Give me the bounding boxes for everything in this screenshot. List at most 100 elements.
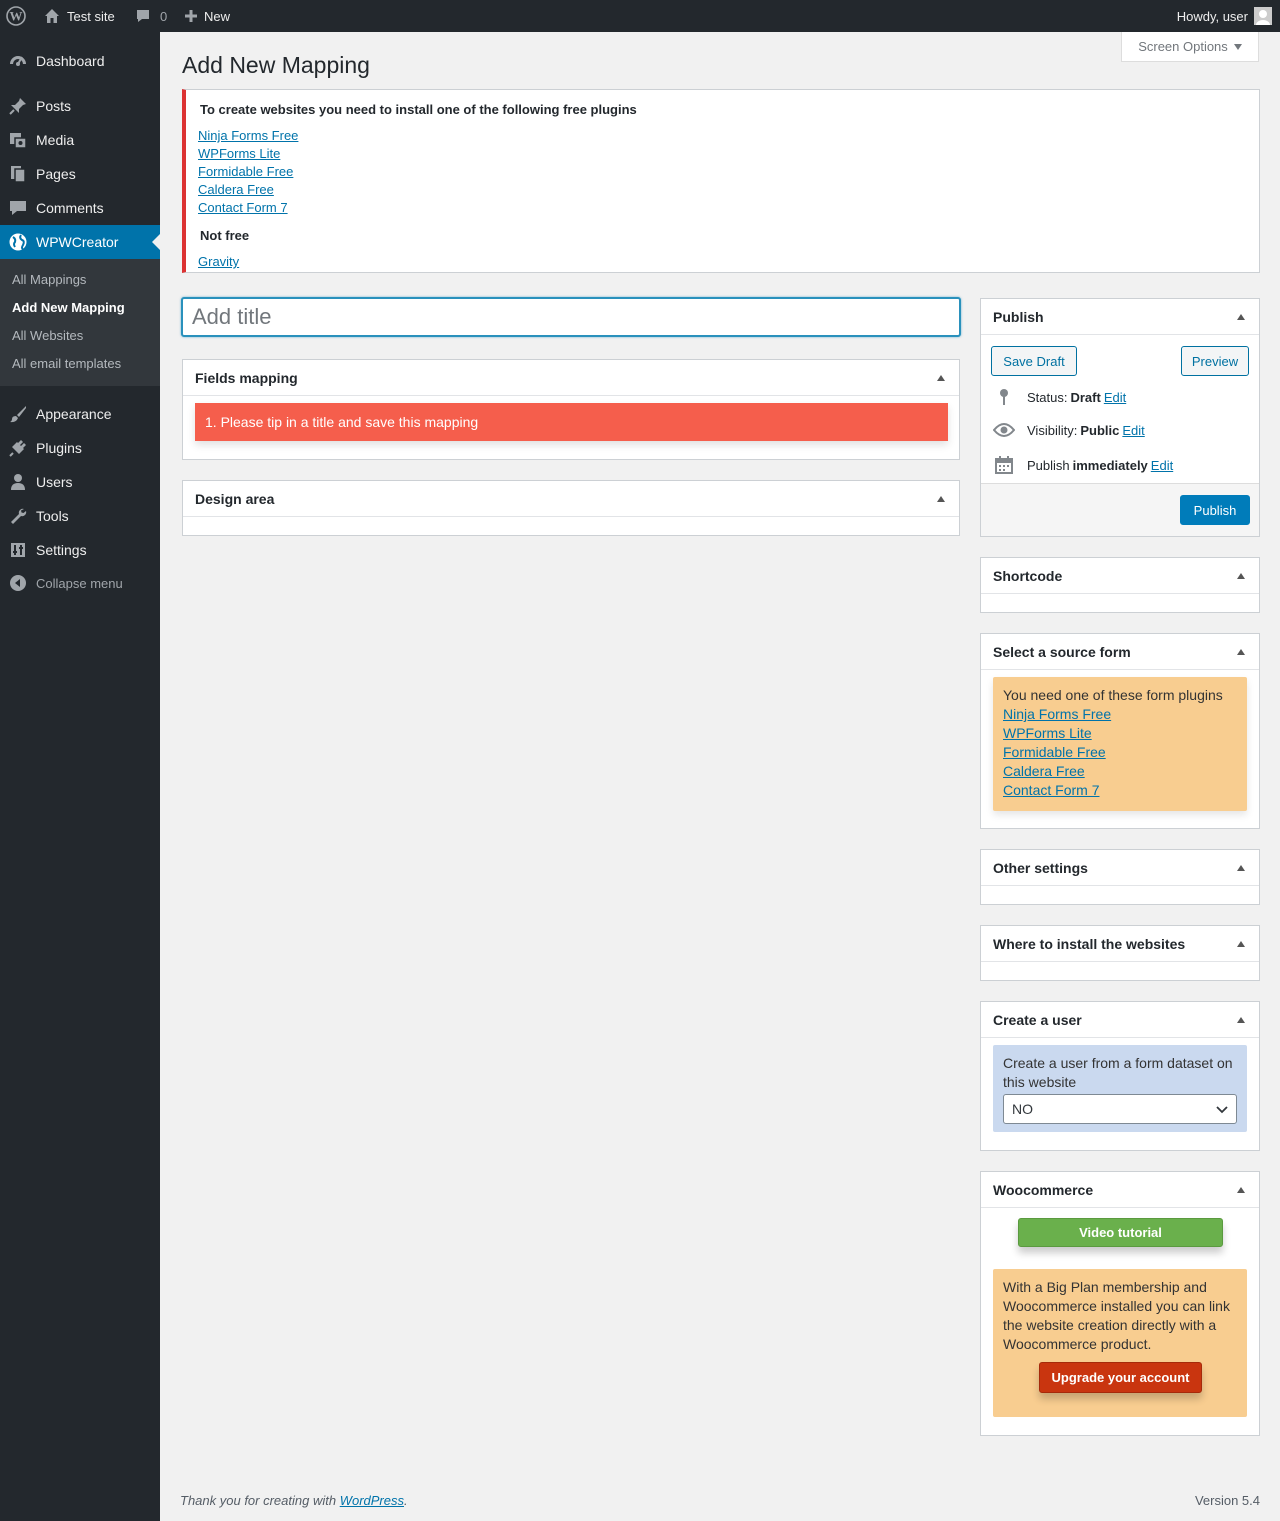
upgrade-account-button[interactable]: Upgrade your account	[1039, 1362, 1202, 1393]
notice-link-ninja-forms[interactable]: Ninja Forms Free	[198, 128, 298, 143]
sidebar-item-users[interactable]: Users	[0, 465, 160, 499]
wordpress-logo-icon[interactable]: W	[6, 0, 26, 32]
my-account-link[interactable]: Howdy, user	[1177, 0, 1272, 32]
create-user-box: Create a user Create a user from a form …	[980, 1001, 1260, 1151]
wpwcreator-submenu: All Mappings Add New Mapping All Website…	[0, 259, 160, 386]
design-area-box: Design area	[182, 480, 960, 536]
shortcode-header[interactable]: Shortcode	[981, 558, 1259, 594]
edit-publish-date-link[interactable]: Edit	[1151, 458, 1173, 473]
source-form-header[interactable]: Select a source form	[981, 634, 1259, 670]
notice-link-caldera[interactable]: Caldera Free	[198, 182, 274, 197]
sidebar-item-media[interactable]: Media	[0, 123, 160, 157]
edit-visibility-link[interactable]: Edit	[1122, 423, 1144, 438]
globe-icon	[0, 232, 36, 252]
source-link-ninja-forms[interactable]: Ninja Forms Free	[1003, 706, 1111, 722]
collapse-arrow-icon[interactable]	[937, 495, 945, 502]
notice-link-contact-form-7[interactable]: Contact Form 7	[198, 200, 288, 215]
collapse-arrow-icon[interactable]	[1237, 940, 1245, 947]
collapse-arrow-icon[interactable]	[1237, 1016, 1245, 1023]
other-settings-header[interactable]: Other settings	[981, 850, 1259, 886]
edit-status-link[interactable]: Edit	[1104, 390, 1126, 405]
sidebar-item-posts[interactable]: Posts	[0, 89, 160, 123]
sidebar-item-label: Comments	[36, 200, 104, 216]
create-user-heading: Create a user	[993, 1011, 1082, 1028]
create-user-select[interactable]: NO	[1003, 1094, 1237, 1124]
avatar	[1254, 7, 1272, 25]
sidebar-item-wpwcreator[interactable]: WPWCreator	[0, 225, 160, 259]
publish-box: Publish Save Draft Preview Status: Draft…	[980, 298, 1260, 537]
notice-link-gravity[interactable]: Gravity	[198, 254, 239, 269]
create-user-header[interactable]: Create a user	[981, 1002, 1259, 1038]
collapse-menu-label: Collapse menu	[36, 575, 123, 591]
collapse-arrow-icon[interactable]	[1237, 572, 1245, 579]
greeting: Howdy, user	[1176, 8, 1248, 24]
install-websites-header[interactable]: Where to install the websites	[981, 926, 1259, 962]
woocommerce-upgrade-panel: With a Big Plan membership and Woocommer…	[993, 1269, 1247, 1417]
notice-link-formidable[interactable]: Formidable Free	[198, 164, 293, 179]
notice-not-free-label: Not free	[200, 228, 250, 243]
collapse-arrow-icon[interactable]	[1237, 313, 1245, 320]
screen-options-button[interactable]: Screen Options	[1121, 32, 1259, 62]
shortcode-heading: Shortcode	[993, 567, 1063, 584]
title-input[interactable]	[181, 297, 961, 337]
save-draft-button[interactable]: Save Draft	[991, 346, 1077, 376]
sidebar-item-comments[interactable]: Comments	[0, 191, 160, 225]
admin-sidebar: Dashboard Posts Media Pages Comments WPW…	[0, 32, 160, 1521]
collapse-arrow-icon[interactable]	[1237, 864, 1245, 871]
sidebar-item-appearance[interactable]: Appearance	[0, 397, 160, 431]
publish-button[interactable]: Publish	[1180, 495, 1250, 525]
caret-down-icon	[1233, 43, 1242, 50]
site-name-link[interactable]: Test site	[44, 0, 115, 32]
fields-mapping-header[interactable]: Fields mapping	[183, 360, 959, 396]
source-link-contact-form-7[interactable]: Contact Form 7	[1003, 782, 1099, 798]
publish-heading: Publish	[993, 308, 1044, 325]
source-form-heading: Select a source form	[993, 643, 1131, 660]
footer-thanks-suffix: .	[404, 1493, 408, 1508]
sidebar-item-plugins[interactable]: Plugins	[0, 431, 160, 465]
publish-header[interactable]: Publish	[981, 299, 1259, 335]
sidebar-item-settings[interactable]: Settings	[0, 533, 160, 567]
sidebar-item-label: Tools	[36, 508, 69, 524]
woocommerce-heading: Woocommerce	[993, 1181, 1094, 1198]
sidebar-item-pages[interactable]: Pages	[0, 157, 160, 191]
collapse-arrow-icon[interactable]	[937, 374, 945, 381]
visibility-value: Public	[1080, 422, 1120, 438]
submenu-item-add-new-mapping[interactable]: Add New Mapping	[12, 300, 125, 315]
sidebar-item-label: WPWCreator	[36, 234, 119, 250]
source-link-caldera[interactable]: Caldera Free	[1003, 763, 1085, 779]
submenu-item-all-websites[interactable]: All Websites	[12, 328, 83, 343]
comments-count: 0	[160, 8, 168, 24]
fields-mapping-alert: 1. Please tip in a title and save this m…	[195, 403, 948, 441]
new-content-link[interactable]: New	[184, 0, 230, 32]
sidebar-item-label: Dashboard	[36, 53, 105, 69]
collapse-arrow-icon[interactable]	[1237, 1186, 1245, 1193]
pushpin-icon	[0, 96, 36, 116]
notice-link-wpforms[interactable]: WPForms Lite	[198, 146, 280, 161]
woocommerce-header[interactable]: Woocommerce	[981, 1172, 1259, 1208]
collapse-menu-button[interactable]: Collapse menu	[0, 566, 160, 600]
fields-mapping-heading: Fields mapping	[195, 369, 298, 386]
plug-icon	[0, 438, 36, 458]
source-form-intro: You need one of these form plugins	[1003, 687, 1223, 703]
submenu-item-all-email-templates[interactable]: All email templates	[12, 356, 121, 371]
publish-date-value: immediately	[1072, 457, 1148, 473]
woocommerce-box: Woocommerce Video tutorial With a Big Pl…	[980, 1171, 1260, 1436]
source-link-wpforms[interactable]: WPForms Lite	[1003, 725, 1092, 741]
sidebar-item-dashboard[interactable]: Dashboard	[0, 44, 160, 78]
submenu-item-all-mappings[interactable]: All Mappings	[12, 272, 86, 287]
sidebar-item-tools[interactable]: Tools	[0, 499, 160, 533]
plugins-required-notice: To create websites you need to install o…	[182, 89, 1260, 273]
comment-icon	[135, 8, 151, 24]
footer-version: Version 5.4	[1194, 1493, 1260, 1508]
source-link-formidable[interactable]: Formidable Free	[1003, 744, 1106, 760]
source-form-warning: You need one of these form plugins Ninja…	[993, 677, 1247, 811]
comments-link[interactable]: 0	[135, 0, 167, 32]
collapse-arrow-icon[interactable]	[1237, 648, 1245, 655]
wordpress-link[interactable]: WordPress	[340, 1493, 404, 1508]
site-name: Test site	[67, 8, 115, 24]
upgrade-account-label: Upgrade your account	[1051, 1370, 1190, 1385]
video-tutorial-button[interactable]: Video tutorial	[1018, 1218, 1223, 1247]
preview-button[interactable]: Preview	[1181, 346, 1249, 376]
create-user-text: Create a user from a form dataset on thi…	[1003, 1055, 1233, 1090]
design-area-header[interactable]: Design area	[183, 481, 959, 517]
